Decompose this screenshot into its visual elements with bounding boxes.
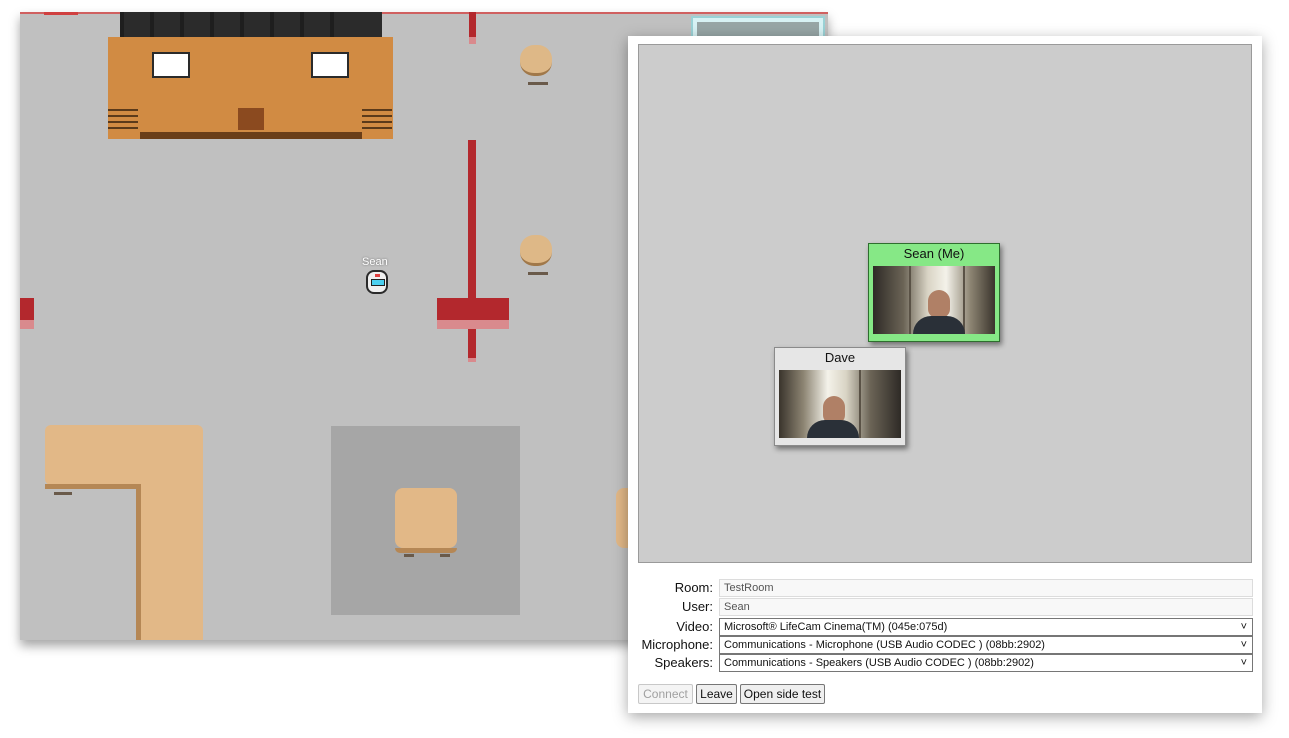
user-input[interactable]: Sean xyxy=(719,598,1253,616)
speakers-label: Speakers: xyxy=(654,655,713,670)
video-chat-panel: Sean (Me) Dave Room: TestRoom User: Sean xyxy=(628,36,1262,713)
player-avatar-icon[interactable] xyxy=(366,270,388,294)
leave-button[interactable]: Leave xyxy=(696,684,737,704)
participant-name: Sean (Me) xyxy=(903,246,965,261)
desk-screen-right xyxy=(311,52,349,78)
chevron-down-icon: ˅ xyxy=(1240,657,1247,669)
participant-video xyxy=(873,266,995,334)
video-label: Video: xyxy=(676,619,713,634)
wall-marker xyxy=(44,12,78,15)
speakers-row: Speakers: Communications - Speakers (USB… xyxy=(628,654,1262,672)
divider-crossbar xyxy=(437,298,509,320)
microphone-row: Microphone: Communications - Microphone … xyxy=(628,636,1262,654)
desk-screen-left xyxy=(152,52,190,78)
room-label: Room: xyxy=(674,580,713,595)
stool xyxy=(520,45,552,76)
participant-name: Dave xyxy=(824,350,856,365)
room-input[interactable]: TestRoom xyxy=(719,579,1253,597)
wall-stub-left xyxy=(20,298,34,320)
open-side-test-button[interactable]: Open side test xyxy=(740,684,825,704)
participant-video xyxy=(779,370,901,438)
speakers-select-value: Communications - Speakers (USB Audio COD… xyxy=(724,657,1034,669)
avatar-name-label: Sean xyxy=(362,256,388,268)
chevron-down-icon: ˅ xyxy=(1240,621,1247,633)
microphone-select[interactable]: Communications - Microphone (USB Audio C… xyxy=(719,636,1253,654)
stool xyxy=(520,235,552,266)
desk-chair xyxy=(238,108,264,130)
user-row: User: Sean xyxy=(628,598,1262,616)
video-stage[interactable]: Sean (Me) Dave xyxy=(638,44,1252,563)
speakers-select[interactable]: Communications - Speakers (USB Audio COD… xyxy=(719,654,1253,672)
video-row: Video: Microsoft® LifeCam Cinema(TM) (04… xyxy=(628,618,1262,636)
wall-pillar-top xyxy=(469,12,476,37)
video-select-value: Microsoft® LifeCam Cinema(TM) (045e:075d… xyxy=(724,621,948,633)
meeting-table xyxy=(395,488,457,548)
video-select[interactable]: Microsoft® LifeCam Cinema(TM) (045e:075d… xyxy=(719,618,1253,636)
participant-tile-self[interactable]: Sean (Me) xyxy=(868,243,1000,342)
room-row: Room: TestRoom xyxy=(628,579,1262,597)
microphone-select-value: Communications - Microphone (USB Audio C… xyxy=(724,639,1045,651)
desk-base xyxy=(140,132,362,139)
participant-tile-remote[interactable]: Dave xyxy=(774,347,906,446)
chevron-down-icon: ˅ xyxy=(1240,639,1247,651)
microphone-label: Microphone: xyxy=(641,637,713,652)
user-label: User: xyxy=(681,599,713,614)
connect-button[interactable]: Connect xyxy=(638,684,693,704)
